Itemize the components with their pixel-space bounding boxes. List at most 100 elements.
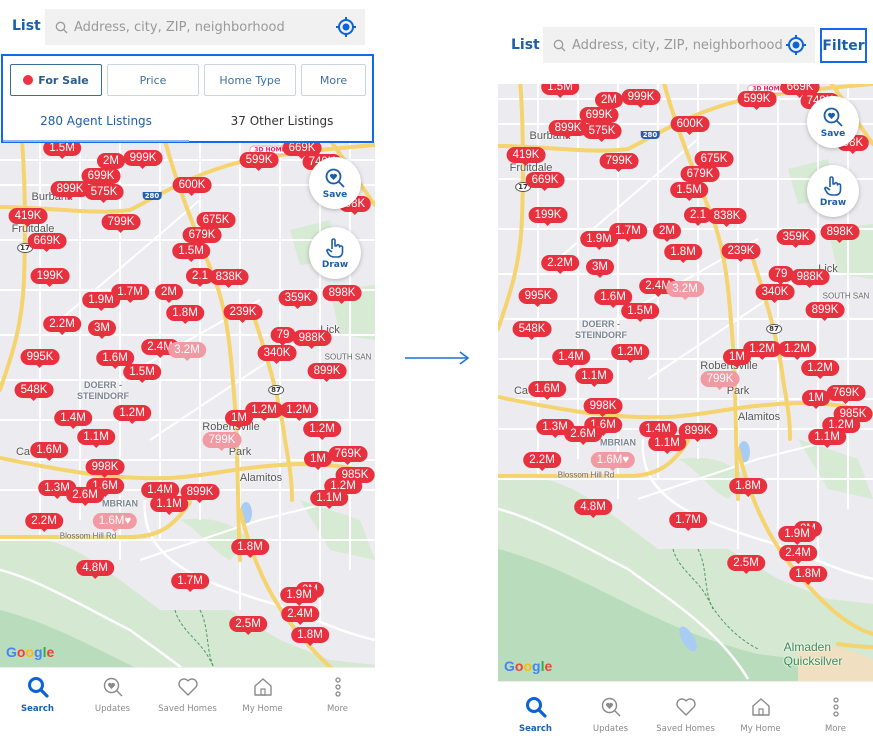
listing-price-pin[interactable]: 1.1M bbox=[77, 429, 115, 448]
listing-price-pin[interactable]: 799K bbox=[202, 432, 242, 451]
listing-price-pin[interactable]: 1.2M bbox=[611, 344, 649, 363]
listing-price-pin[interactable]: 79 bbox=[270, 327, 296, 346]
list-view-link[interactable]: List bbox=[12, 18, 41, 34]
filter-for-sale-button[interactable]: For Sale bbox=[10, 64, 102, 96]
listing-price-pin[interactable]: 679K bbox=[182, 227, 222, 246]
listing-price-pin[interactable]: 1.2M bbox=[801, 360, 839, 379]
listing-price-pin[interactable]: 2M bbox=[595, 92, 623, 111]
listing-price-pin[interactable]: 599K bbox=[737, 91, 777, 110]
save-search-button[interactable]: Save bbox=[309, 157, 361, 209]
listing-price-pin[interactable]: 899K bbox=[180, 484, 220, 503]
listing-price-pin[interactable]: 669K bbox=[525, 172, 565, 191]
listing-price-pin[interactable]: 1.6M bbox=[528, 381, 566, 400]
listing-price-pin[interactable]: 1.5M bbox=[172, 243, 210, 262]
listing-price-pin[interactable]: 1.4M bbox=[552, 349, 590, 368]
listing-price-pin[interactable]: 575K bbox=[582, 123, 622, 142]
listing-price-pin[interactable]: 239K bbox=[721, 243, 761, 262]
listing-price-pin[interactable]: 1.5M bbox=[541, 84, 579, 98]
listing-price-pin[interactable]: 1.2M bbox=[778, 341, 816, 360]
listing-price-pin[interactable]: 2.2M bbox=[25, 513, 63, 532]
listing-price-pin[interactable]: 548K bbox=[14, 382, 54, 401]
listing-price-pin[interactable]: 799K bbox=[700, 371, 740, 390]
current-location-icon[interactable] bbox=[785, 34, 807, 56]
listing-price-pin[interactable]: 1.2M bbox=[303, 421, 341, 440]
listing-price-pin[interactable]: 1.7M bbox=[669, 512, 707, 531]
listing-price-pin[interactable]: 2.6M bbox=[564, 426, 602, 445]
listing-price-pin[interactable]: 419K bbox=[8, 208, 48, 227]
draw-button[interactable]: Draw bbox=[309, 227, 361, 279]
listing-price-pin[interactable]: 2M bbox=[155, 284, 183, 303]
listing-price-pin[interactable]: 600K bbox=[172, 177, 212, 196]
listing-price-pin[interactable]: 1.9M bbox=[778, 526, 816, 545]
listing-price-pin[interactable]: 1.8M bbox=[231, 539, 269, 558]
listing-price-pin[interactable]: 988K bbox=[292, 330, 332, 349]
listing-price-pin[interactable]: 838K bbox=[707, 208, 747, 227]
listing-price-pin[interactable]: 1.8M bbox=[729, 478, 767, 497]
listing-price-pin[interactable]: 575K bbox=[84, 184, 124, 203]
listing-price-pin[interactable]: 769K bbox=[826, 385, 866, 404]
listing-price-pin[interactable]: 1.7M bbox=[171, 573, 209, 592]
listing-price-pin[interactable]: 359K bbox=[776, 229, 816, 248]
search-bar[interactable] bbox=[543, 27, 815, 63]
listing-price-pin[interactable]: 79 bbox=[768, 266, 794, 285]
nav-saved-homes[interactable]: Saved Homes bbox=[150, 676, 225, 714]
listing-price-pin[interactable]: 1.6M♥ bbox=[92, 513, 138, 532]
listing-price-pin[interactable]: 799K bbox=[599, 153, 639, 172]
listing-price-pin[interactable]: 679K bbox=[680, 166, 720, 185]
listing-price-pin[interactable]: 199K bbox=[30, 268, 70, 287]
listing-price-pin[interactable]: 899K bbox=[50, 181, 90, 200]
listing-price-pin[interactable]: 199K bbox=[528, 207, 568, 226]
listing-price-pin[interactable]: 3.2M bbox=[168, 342, 206, 361]
listing-price-pin[interactable]: 600K bbox=[670, 116, 710, 135]
listing-price-pin[interactable]: 1.7M bbox=[609, 223, 647, 242]
listing-price-pin[interactable]: 2.5M bbox=[727, 555, 765, 574]
nav-search[interactable]: Search bbox=[0, 676, 75, 714]
search-bar[interactable] bbox=[45, 9, 365, 45]
listing-price-pin[interactable]: 2.4M bbox=[779, 545, 817, 564]
listing-price-pin[interactable]: 4.8M bbox=[76, 560, 114, 579]
listing-price-pin[interactable]: 3M bbox=[586, 259, 614, 278]
listing-price-pin[interactable]: 1.5M bbox=[621, 303, 659, 322]
filter-button[interactable]: Filter bbox=[820, 28, 867, 63]
tab-other-listings[interactable]: 37 Other Listings bbox=[189, 114, 375, 128]
listing-price-pin[interactable]: 1.9M bbox=[280, 587, 318, 606]
nav-more[interactable]: More bbox=[300, 676, 375, 714]
listing-price-pin[interactable]: 1.1M bbox=[150, 496, 188, 515]
listing-price-pin[interactable]: 1.1M bbox=[648, 435, 686, 454]
map[interactable]: Burbank Fruitdale Lick SOUTH SAN DOERR - STE… bbox=[0, 143, 375, 667]
listing-price-pin[interactable]: 2.2M bbox=[523, 452, 561, 471]
draw-button[interactable]: Draw bbox=[807, 165, 859, 217]
nav-updates[interactable]: Updates bbox=[75, 676, 150, 714]
listing-price-pin[interactable]: 3.2M bbox=[666, 281, 704, 300]
listing-price-pin[interactable]: 995K bbox=[518, 288, 558, 307]
listing-price-pin[interactable]: 675K bbox=[196, 212, 236, 231]
listing-price-pin[interactable]: 2M bbox=[653, 223, 681, 242]
listing-price-pin[interactable]: 1.2M bbox=[743, 341, 781, 360]
listing-price-pin[interactable]: 675K bbox=[694, 151, 734, 170]
listing-price-pin[interactable]: 899K bbox=[678, 423, 718, 442]
search-input[interactable] bbox=[572, 37, 812, 53]
listing-price-pin[interactable]: 838K bbox=[209, 269, 249, 288]
listing-price-pin[interactable]: 1.6M♥ bbox=[590, 452, 636, 471]
listing-price-pin[interactable]: 898K bbox=[322, 285, 362, 304]
listing-price-pin[interactable]: 2M bbox=[97, 153, 125, 172]
listing-price-pin[interactable]: 899K bbox=[805, 302, 845, 321]
listing-price-pin[interactable]: 699K bbox=[579, 107, 619, 126]
listing-price-pin[interactable]: 4.8M bbox=[574, 499, 612, 518]
listing-price-pin[interactable]: 2.4M bbox=[281, 606, 319, 625]
listing-price-pin[interactable]: 2.5M bbox=[229, 616, 267, 635]
current-location-icon[interactable] bbox=[335, 16, 357, 38]
filter-price-button[interactable]: Price bbox=[107, 64, 199, 96]
listing-price-pin[interactable]: 999K bbox=[123, 150, 163, 169]
nav-my-home[interactable]: My Home bbox=[225, 676, 300, 714]
listing-price-pin[interactable]: 1.5M bbox=[123, 364, 161, 383]
listing-price-pin[interactable]: 1.5M bbox=[43, 143, 81, 159]
listing-price-pin[interactable]: 1.2M bbox=[280, 402, 318, 421]
listing-price-pin[interactable]: 548K bbox=[512, 321, 552, 340]
nav-search[interactable]: Search bbox=[498, 696, 573, 734]
list-view-link[interactable]: List bbox=[511, 37, 540, 53]
listing-price-pin[interactable]: 1.8M bbox=[166, 305, 204, 324]
filter-home-type-button[interactable]: Home Type bbox=[204, 64, 296, 96]
listing-price-pin[interactable]: 898K bbox=[820, 224, 860, 243]
listing-price-pin[interactable]: 3M bbox=[88, 320, 116, 339]
